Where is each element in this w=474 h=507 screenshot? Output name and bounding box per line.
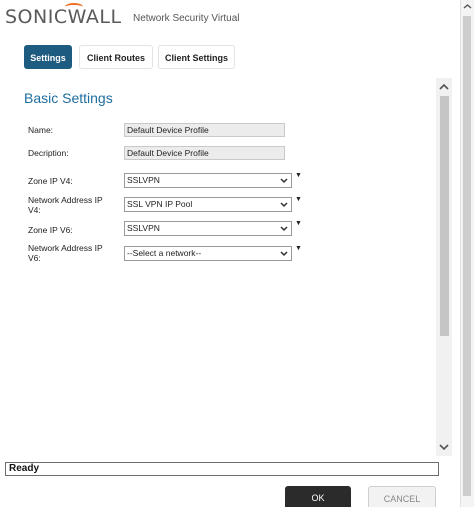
net-addr-ipv4-value: SSL VPN IP Pool — [127, 199, 193, 209]
net-addr-ipv6-label-line2: V6: — [28, 253, 41, 263]
cancel-button[interactable]: CANCEL — [368, 486, 436, 507]
ok-button[interactable]: OK — [285, 486, 351, 507]
content-scroll-thumb[interactable] — [440, 96, 449, 336]
required-marker: ▼ — [295, 196, 302, 203]
net-addr-ipv4-label-line2: V4: — [28, 205, 41, 215]
window-scroll-thumb[interactable] — [463, 16, 471, 496]
window-scroll-up-icon[interactable] — [463, 3, 472, 10]
name-label: Name: — [28, 125, 54, 135]
scroll-down-arrow-icon[interactable] — [439, 443, 449, 451]
net-addr-ipv4-label-line1: Network Address IP — [28, 195, 103, 205]
chevron-down-icon — [280, 178, 288, 184]
net-addr-ipv4-label: Network Address IP V4: — [28, 195, 103, 215]
zone-ipv4-select[interactable]: SSLVPN — [124, 173, 292, 188]
zone-ipv6-value: SSLVPN — [127, 223, 160, 233]
description-label: Decription: — [28, 148, 69, 158]
chevron-down-icon — [280, 202, 288, 208]
net-addr-ipv4-select[interactable]: SSL VPN IP Pool — [124, 197, 292, 212]
tab-client-settings[interactable]: Client Settings — [158, 45, 235, 69]
product-subtitle: Network Security Virtual — [133, 13, 240, 24]
zone-ipv4-label: Zone IP V4: — [28, 176, 73, 186]
net-addr-ipv6-label: Network Address IP V6: — [28, 243, 103, 263]
chevron-down-icon — [280, 226, 288, 232]
chevron-down-icon — [280, 251, 288, 257]
zone-ipv6-select[interactable]: SSLVPN — [124, 221, 292, 236]
logo-swoosh-icon — [65, 3, 83, 11]
net-addr-ipv6-value: --Select a network-- — [127, 248, 202, 258]
required-marker: ▼ — [295, 172, 302, 179]
required-marker: ▼ — [295, 220, 302, 227]
tab-settings[interactable]: Settings — [24, 45, 72, 69]
zone-ipv6-label: Zone IP V6: — [28, 225, 73, 235]
status-bar: Ready — [5, 462, 439, 476]
section-title: Basic Settings — [24, 90, 113, 106]
description-field: Default Device Profile — [124, 146, 285, 160]
net-addr-ipv6-label-line1: Network Address IP — [28, 243, 103, 253]
name-field: Default Device Profile — [124, 123, 285, 137]
app-header: SONICWALL Network Security Virtual — [0, 0, 458, 36]
scroll-up-arrow-icon[interactable] — [439, 83, 449, 91]
logo-text-sonic: SONIC — [5, 6, 68, 28]
sonicwall-logo: SONICWALL — [5, 3, 122, 28]
net-addr-ipv6-select[interactable]: --Select a network-- — [124, 246, 292, 261]
tab-client-routes[interactable]: Client Routes — [79, 45, 153, 69]
required-marker: ▼ — [295, 245, 302, 252]
zone-ipv4-value: SSLVPN — [127, 175, 160, 185]
